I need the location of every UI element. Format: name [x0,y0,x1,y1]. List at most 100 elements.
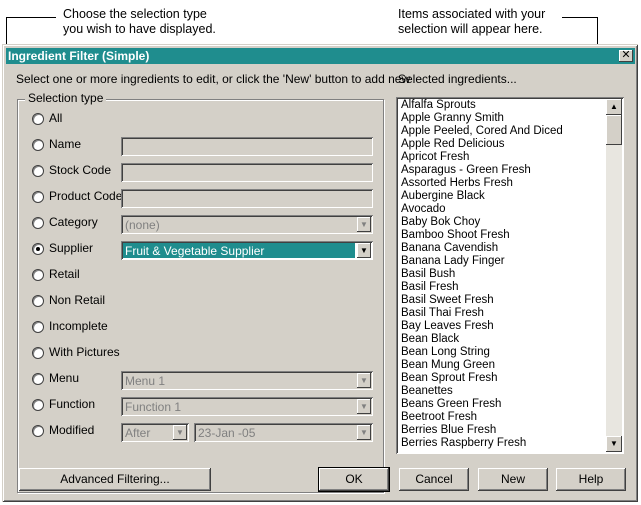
cancel-label: Cancel [415,472,453,486]
list-item[interactable]: Berries Blue Fresh [401,424,601,437]
list-item[interactable]: Bean Long String [401,346,601,359]
radio-function[interactable] [32,399,44,411]
help-button[interactable]: Help [556,468,626,491]
list-item[interactable]: Beans Green Fresh [401,398,601,411]
scroll-thumb[interactable] [606,115,622,145]
list-item[interactable]: Bean Mung Green [401,359,601,372]
radio-supplier[interactable] [32,243,44,255]
radio-label-supplier[interactable]: Supplier [49,241,93,255]
new-label: New [500,472,525,486]
arrow-down-icon[interactable]: ▼ [606,436,622,452]
radio-label-non-retail[interactable]: Non Retail [49,293,105,307]
supplier-value: Fruit & Vegetable Supplier [125,244,265,258]
radio-label-function[interactable]: Function [49,397,95,411]
modified-date-field[interactable]: 23-Jan -05 ▼ [194,423,373,442]
radio-incomplete[interactable] [32,321,44,333]
list-item[interactable]: Apple Red Delicious [401,138,601,151]
annotation-left-line2: you wish to have displayed. [63,22,216,36]
list-item[interactable]: Alfalfa Sprouts [401,99,601,112]
radio-label-stock-code[interactable]: Stock Code [49,163,111,177]
radio-label-category[interactable]: Category [49,215,98,229]
list-item[interactable]: Basil Fresh [401,281,601,294]
advanced-filtering-button[interactable]: Advanced Filtering... [19,468,211,491]
list-item[interactable]: Baby Bok Choy [401,216,601,229]
new-button[interactable]: New [478,468,548,491]
annotation-right-line2: selection will appear here. [398,22,543,36]
annotation-right-line1: Items associated with your [398,7,546,21]
radio-name[interactable] [32,139,44,151]
radio-label-modified[interactable]: Modified [49,423,94,437]
radio-label-name[interactable]: Name [49,137,81,151]
selected-ingredients-label: Selected ingredients... [398,72,517,86]
chevron-down-icon[interactable]: ▼ [357,217,371,232]
title-bar: Ingredient Filter (Simple) ✕ [6,48,635,64]
radio-non-retail[interactable] [32,295,44,307]
radio-label-with-pictures[interactable]: With Pictures [49,345,120,359]
product-code-field[interactable] [121,189,373,208]
list-item[interactable]: Assorted Herbs Fresh [401,177,601,190]
help-label: Help [578,472,604,486]
selected-ingredients-list[interactable]: Alfalfa Sprouts Apple Granny Smith Apple P… [396,97,624,454]
list-item[interactable]: Bay Leaves Fresh [401,320,601,333]
list-item[interactable]: Avocado [401,203,601,216]
instruction-text: Select one or more ingredients to edit, … [16,72,411,86]
category-value: (none) [125,218,160,232]
list-item[interactable]: Bean Sprout Fresh [401,372,601,385]
radio-product-code[interactable] [32,191,44,203]
annotation-right: Items associated with your selection wil… [398,7,545,37]
annotation-left-line1: Choose the selection type [63,7,207,21]
close-icon[interactable]: ✕ [619,50,633,62]
radio-label-all[interactable]: All [49,111,62,125]
arrow-up-icon[interactable]: ▲ [606,99,622,115]
modified-operator-select[interactable]: After ▼ [121,423,189,442]
list-item[interactable]: Banana Cavendish [401,242,601,255]
vertical-scrollbar[interactable]: ▲ ▼ [606,99,622,452]
list-item[interactable]: Asparagus - Green Fresh [401,164,601,177]
list-item[interactable]: Bamboo Shoot Fresh [401,229,601,242]
radio-label-product-code[interactable]: Product Code [49,189,122,203]
name-field[interactable] [121,137,373,156]
function-value: Function 1 [125,400,182,414]
list-item[interactable]: Banana Lady Finger [401,255,601,268]
supplier-select[interactable]: Fruit & Vegetable Supplier ▼ [121,241,373,260]
radio-all[interactable] [32,113,44,125]
dialog-title: Ingredient Filter (Simple) [8,49,150,63]
radio-category[interactable] [32,217,44,229]
menu-value: Menu 1 [125,374,166,388]
function-select[interactable]: Function 1 ▼ [121,397,373,416]
callout-line [6,17,56,18]
cancel-button[interactable]: Cancel [399,468,469,491]
radio-with-pictures[interactable] [32,347,44,359]
chevron-down-icon[interactable]: ▼ [173,425,187,440]
list-item[interactable]: Berries Raspberry Fresh [401,437,601,450]
chevron-down-icon[interactable]: ▼ [357,373,371,388]
chevron-down-icon[interactable]: ▼ [357,399,371,414]
list-item[interactable]: Apple Granny Smith [401,112,601,125]
chevron-down-icon[interactable]: ▼ [357,243,371,258]
selection-type-label: Selection type [25,91,107,105]
category-select[interactable]: (none) ▼ [121,215,373,234]
list-item[interactable]: Aubergine Black [401,190,601,203]
list-item[interactable]: Apple Peeled, Cored And Diced [401,125,601,138]
list-item[interactable]: Bean Black [401,333,601,346]
radio-modified[interactable] [32,425,44,437]
radio-retail[interactable] [32,269,44,281]
radio-stock-code[interactable] [32,165,44,177]
radio-label-incomplete[interactable]: Incomplete [49,319,108,333]
callout-line [562,17,598,18]
modified-operator-value: After [125,426,151,440]
list-item[interactable]: Basil Thai Fresh [401,307,601,320]
radio-menu[interactable] [32,373,44,385]
ok-button[interactable]: OK [318,467,390,492]
chevron-down-icon[interactable]: ▼ [357,425,371,440]
stock-code-field[interactable] [121,163,373,182]
radio-label-menu[interactable]: Menu [49,371,79,385]
list-item[interactable]: Basil Sweet Fresh [401,294,601,307]
radio-label-retail[interactable]: Retail [49,267,80,281]
list-item[interactable]: Beetroot Fresh [401,411,601,424]
list-item[interactable]: Beanettes [401,385,601,398]
list-item[interactable]: Basil Bush [401,268,601,281]
advanced-filtering-label: Advanced Filtering... [60,472,170,486]
list-item[interactable]: Apricot Fresh [401,151,601,164]
menu-select[interactable]: Menu 1 ▼ [121,371,373,390]
